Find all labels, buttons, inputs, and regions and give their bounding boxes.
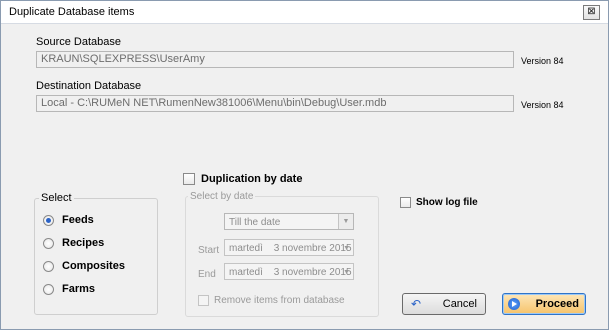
chevron-down-icon: ▼	[343, 269, 350, 276]
proceed-label: Proceed	[535, 298, 579, 310]
close-button[interactable]: ⊠	[583, 5, 600, 20]
end-label: End	[198, 269, 216, 280]
destination-database-label: Destination Database	[36, 80, 142, 92]
radio-label-farms: Farms	[62, 283, 96, 295]
date-mode-value: Till the date	[229, 217, 281, 228]
remove-items-label: Remove items from database	[214, 295, 345, 306]
cancel-label: Cancel	[442, 298, 477, 310]
radio-feeds[interactable]: Feeds	[43, 213, 94, 227]
duplicate-database-dialog: Duplicate Database items ⊠ Source Databa…	[0, 0, 609, 330]
play-circle-icon	[508, 298, 520, 310]
select-by-date-group: Select by date Till the date ▼ Start mar…	[185, 191, 379, 317]
source-version: Version 84	[521, 56, 564, 66]
checkbox[interactable]	[183, 173, 195, 185]
cancel-button[interactable]: ↶ Cancel	[402, 293, 486, 315]
close-icon: ⊠	[587, 6, 596, 17]
radio-label-feeds: Feeds	[62, 214, 94, 226]
start-day: martedì	[229, 243, 263, 254]
end-date-picker[interactable]: martedì 3 novembre 2015 ▼	[224, 263, 354, 280]
end-day: martedì	[229, 267, 263, 278]
radio-farms[interactable]: Farms	[43, 282, 95, 296]
radio-recipes[interactable]: Recipes	[43, 236, 104, 250]
radio-button[interactable]	[43, 237, 54, 249]
start-label: Start	[198, 245, 220, 256]
duplication-by-date-checkbox[interactable]: Duplication by date	[183, 173, 302, 185]
chevron-down-icon: ▼	[343, 245, 350, 252]
chevron-down-icon: ▼	[338, 214, 353, 229]
window-title: Duplicate Database items	[9, 6, 135, 18]
select-by-date-legend: Select by date	[188, 191, 256, 202]
radio-label-recipes: Recipes	[62, 237, 105, 249]
destination-database-field: Local - C:\RUMeN NET\RumenNew381006\Menu…	[36, 95, 514, 112]
radio-label-composites: Composites	[62, 260, 125, 272]
show-log-label: Show log file	[416, 197, 478, 208]
start-date-picker[interactable]: martedì 3 novembre 2015 ▼	[224, 239, 354, 256]
remove-items-checkbox[interactable]: Remove items from database	[198, 295, 345, 306]
radio-composites[interactable]: Composites	[43, 259, 125, 273]
show-log-checkbox[interactable]: Show log file	[400, 197, 478, 208]
radio-button[interactable]	[43, 283, 54, 295]
select-group: Select Feeds Recipes Composites Farms	[34, 192, 158, 315]
destination-version: Version 84	[521, 100, 564, 110]
radio-button-selected[interactable]	[43, 214, 54, 226]
start-date: 3 novembre 2015	[273, 243, 352, 254]
date-mode-select[interactable]: Till the date ▼	[224, 213, 354, 230]
checkbox[interactable]	[198, 295, 209, 306]
undo-arrow-icon: ↶	[411, 297, 422, 311]
end-date: 3 novembre 2015	[273, 267, 352, 278]
select-group-legend: Select	[39, 192, 74, 204]
source-database-field: KRAUN\SQLEXPRESS\UserAmy	[36, 51, 514, 68]
checkbox[interactable]	[400, 197, 411, 208]
source-database-label: Source Database	[36, 36, 121, 48]
proceed-button[interactable]: Proceed	[502, 293, 586, 315]
title-bar: Duplicate Database items ⊠	[1, 1, 608, 24]
radio-button[interactable]	[43, 260, 54, 272]
duplication-by-date-label: Duplication by date	[201, 173, 303, 185]
